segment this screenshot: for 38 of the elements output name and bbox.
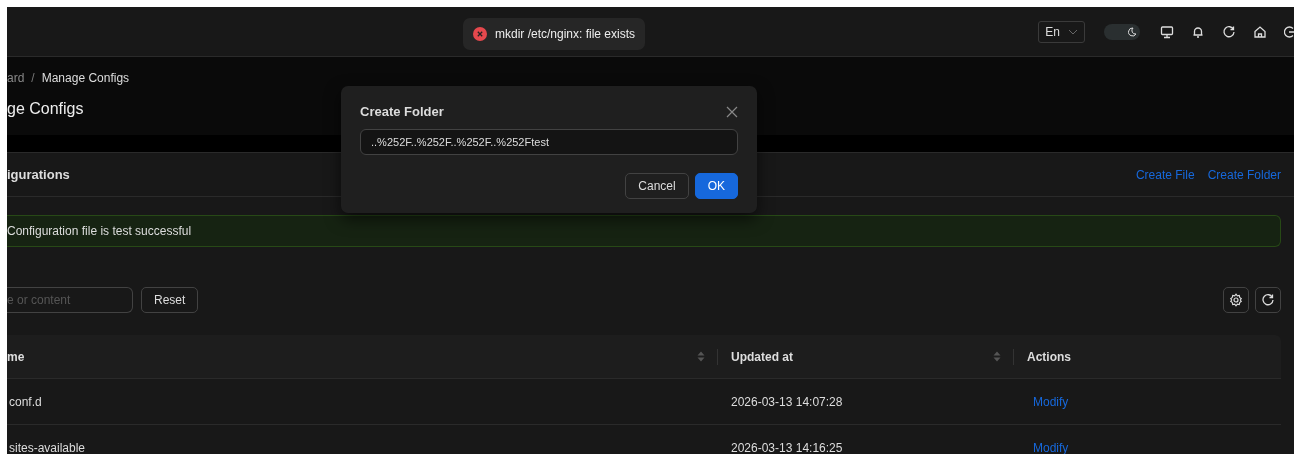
column-header: Updated at [731,349,794,364]
search-field[interactable]: e or content [7,287,133,313]
card-title: igurations [7,167,71,182]
close-icon[interactable] [726,105,738,118]
column-header: Actions [1027,349,1072,364]
ok-button[interactable]: OK [694,173,738,199]
create-link[interactable]: Create Folder [1207,167,1281,182]
reset-button[interactable]: Reset [141,287,199,313]
table-cell: conf.d [9,394,42,409]
reload-icon [1261,293,1275,307]
page-title: ge Configs [7,100,84,118]
chevron-down-icon [1068,28,1078,35]
toast-message: mkdir /etc/nginx: file exists [495,27,636,41]
language-select[interactable]: En [1038,20,1085,43]
dialog-title: Create Folder [360,104,444,119]
table-cell: 2026-03-13 14:16:25 [731,440,843,454]
folder-name-field[interactable]: ..%252F..%252F..%252F..%252Ftest [360,129,738,155]
breadcrumb-link[interactable]: ard [7,71,25,85]
breadcrumb-link[interactable]: Manage Configs [41,71,130,85]
moon-icon [1127,26,1137,37]
settings-icon [1229,293,1243,307]
create-link[interactable]: Create File [1135,167,1195,182]
modify-link[interactable]: Modify [1033,394,1069,409]
column-header: me [7,349,26,364]
success-alert: Configuration file is test successful [7,215,1281,247]
monitor-icon[interactable] [1160,24,1174,39]
reload-icon[interactable] [1222,24,1236,39]
modify-link[interactable]: Modify [1033,440,1069,454]
settings-button[interactable] [1223,287,1249,313]
breadcrumb-separator: / [31,71,35,85]
theme-switch[interactable] [1104,23,1140,40]
table-cell: sites-available [9,440,86,454]
bell-icon[interactable] [1191,24,1205,39]
refresh-button[interactable] [1255,287,1281,313]
error-icon [473,27,487,41]
cancel-button[interactable]: Cancel [625,173,689,199]
home-icon[interactable] [1253,24,1267,39]
table-cell: 2026-03-13 14:07:28 [731,394,843,409]
